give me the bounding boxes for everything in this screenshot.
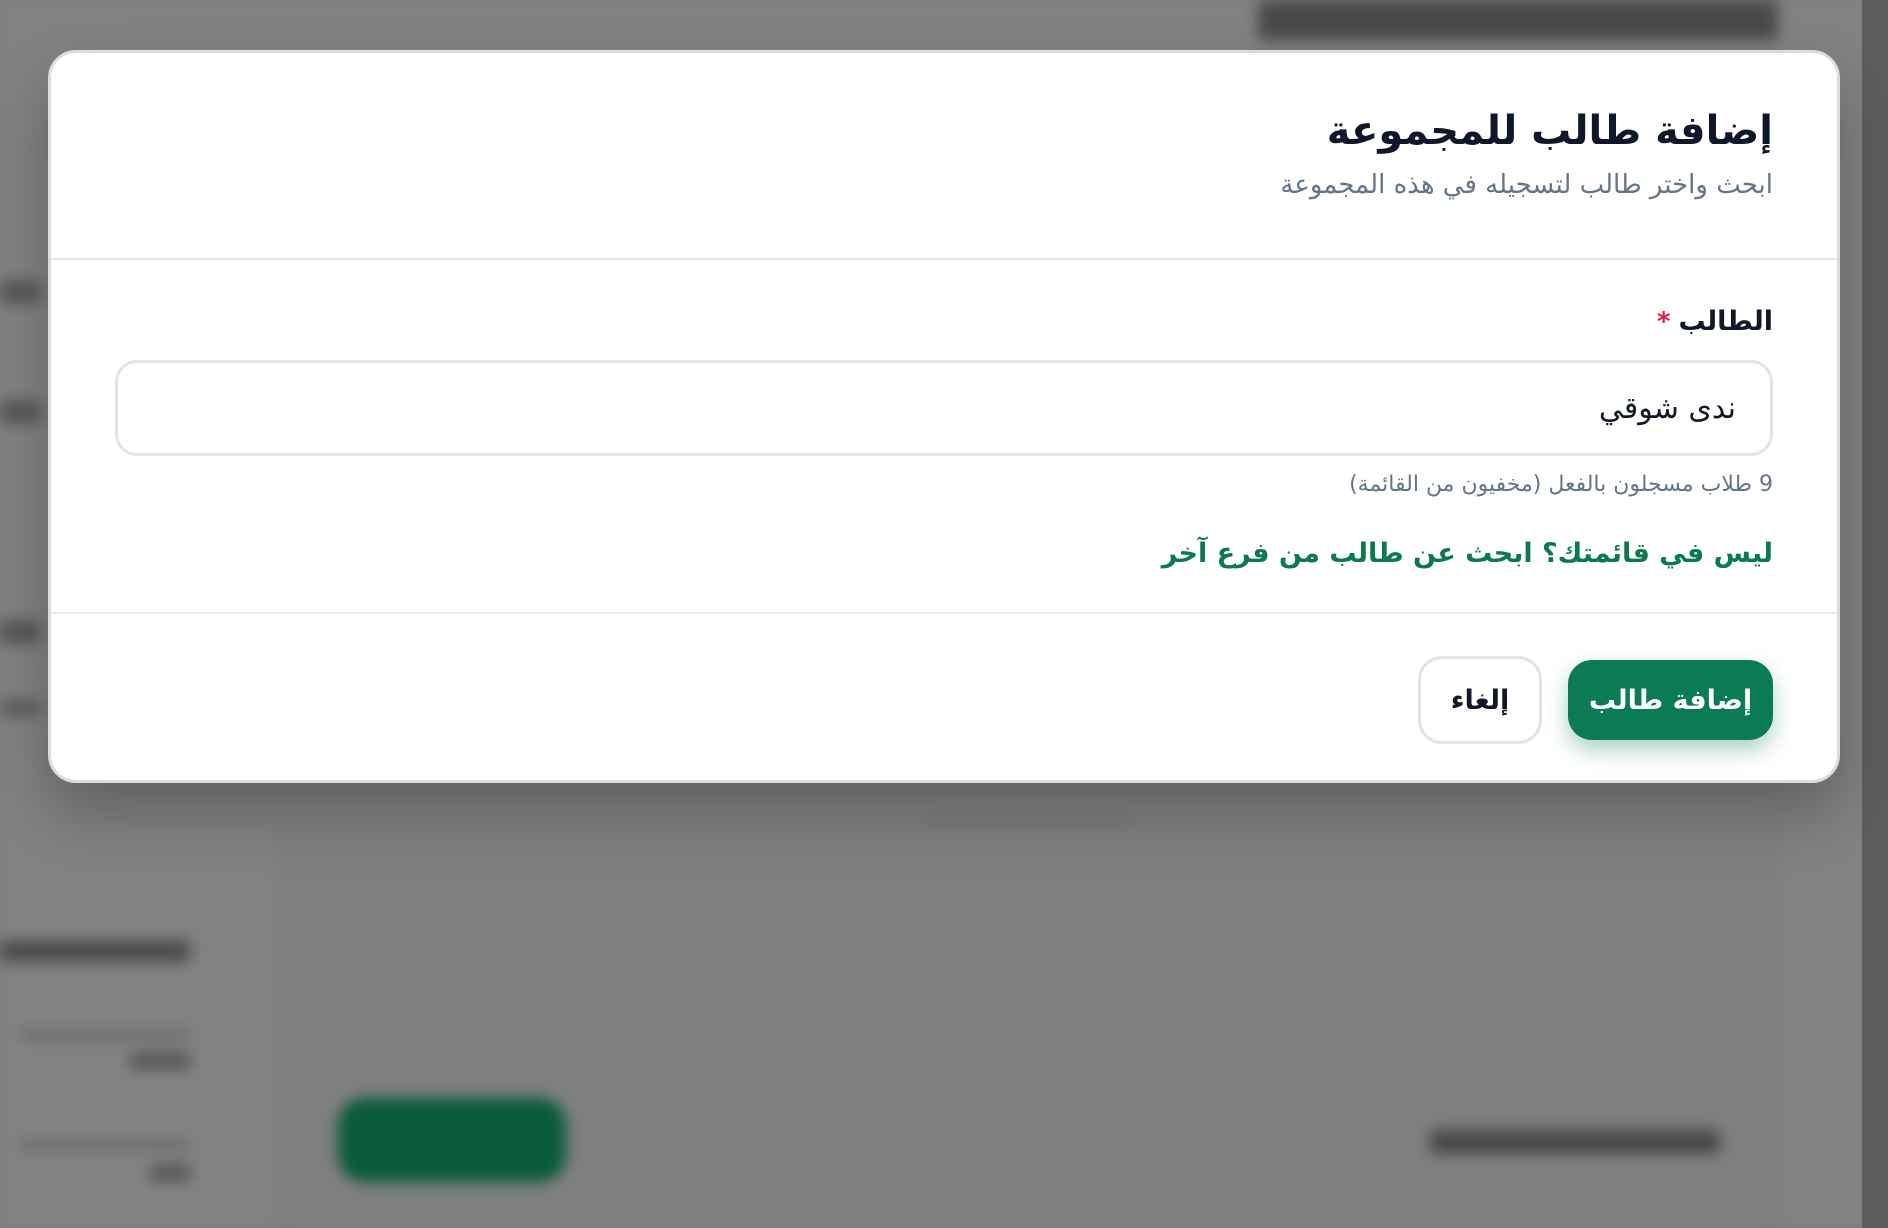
required-indicator: * [1656,307,1671,337]
modal-body: الطالب * 9 طلاب مسجلون بالفعل (مخفيون من… [51,260,1837,614]
search-other-branch-link[interactable]: ليس في قائمتك؟ ابحث عن طالب من فرع آخر [1162,536,1773,572]
student-search-input[interactable] [115,360,1773,456]
add-student-modal: إضافة طالب للمجموعة ابحث واختر طالب لتسج… [48,50,1840,783]
enrolled-hint: 9 طلاب مسجلون بالفعل (مخفيون من القائمة) [1349,472,1773,497]
add-student-button[interactable]: إضافة طالب [1568,660,1773,740]
student-label-text: الطالب [1678,306,1773,337]
modal-footer: إلغاء إضافة طالب [51,614,1837,780]
modal-title: إضافة طالب للمجموعة [1326,108,1773,154]
cancel-button[interactable]: إلغاء [1418,656,1542,744]
modal-subtitle: ابحث واختر طالب لتسجيله في هذه المجموعة [1280,170,1773,200]
student-field-label: الطالب * [115,304,1773,340]
modal-header: إضافة طالب للمجموعة ابحث واختر طالب لتسج… [51,53,1837,260]
